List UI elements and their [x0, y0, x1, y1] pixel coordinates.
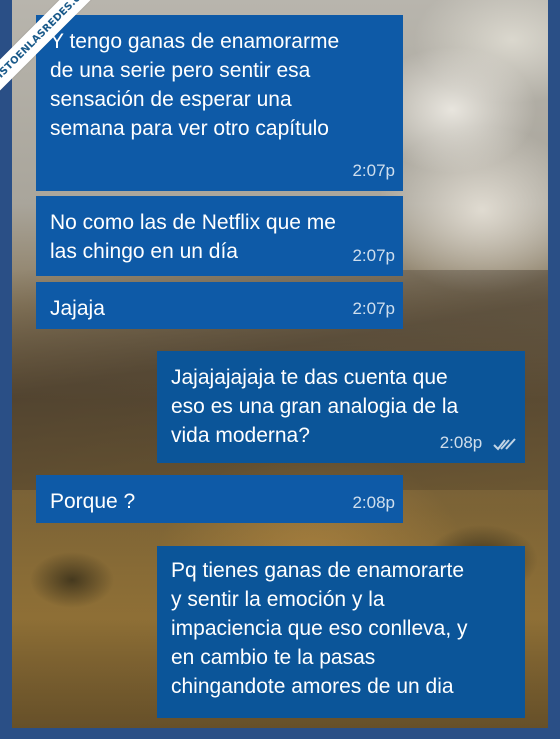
message-time: 2:08p: [439, 433, 483, 452]
watermark-text: VISTOENLASREDES.com: [0, 0, 104, 104]
message-text: Porque ?: [50, 490, 136, 513]
message-time: 2:07p: [352, 299, 395, 318]
message-bubble-outgoing[interactable]: Pq tienes ganas de enamorarte y sentir l…: [157, 546, 525, 718]
message-time-row: 2:08p: [440, 428, 517, 457]
message-time: 2:07p: [352, 246, 395, 265]
message-time: 2:08p: [352, 493, 395, 512]
message-time: 2:07p: [352, 161, 395, 180]
message-bubble-outgoing[interactable]: Jajajajajaja te das cuenta que eso es un…: [157, 351, 525, 463]
message-text: Pq tienes ganas de enamorarte y sentir l…: [171, 559, 468, 698]
message-text: No como las de Netflix que me las chingo…: [50, 211, 336, 263]
message-bubble-incoming[interactable]: Jajaja 2:07p: [36, 282, 403, 329]
message-text: Jajaja: [50, 297, 105, 320]
message-bubble-incoming[interactable]: No como las de Netflix que me las chingo…: [36, 196, 403, 276]
message-bubble-incoming[interactable]: Porque ? 2:08p: [36, 475, 403, 523]
watermark: VISTOENLASREDES.com: [0, 0, 104, 104]
double-check-icon: [493, 437, 516, 451]
